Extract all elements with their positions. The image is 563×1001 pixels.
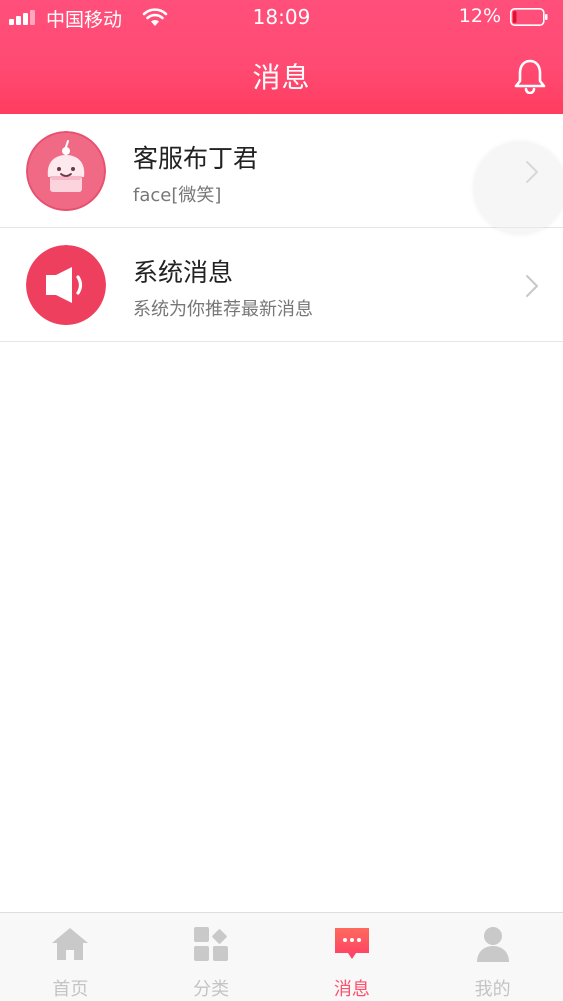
tab-home[interactable]: 首页 <box>0 913 141 1001</box>
message-list: 客服布丁君 face[微笑] 系统消息 系统为你推荐最新消息 <box>0 114 563 342</box>
speaker-icon <box>26 245 106 325</box>
tab-label: 消息 <box>333 979 370 1000</box>
tab-label: 分类 <box>193 979 230 1000</box>
message-title: 客服布丁君 <box>133 144 259 173</box>
tab-bar: 首页 分类 消息 我的 <box>0 912 563 1001</box>
top-bar: 中国移动 18:09 12% 消息 <box>0 0 563 114</box>
battery-percent: 12% <box>458 5 501 27</box>
tab-label: 我的 <box>474 979 511 1000</box>
message-icon <box>334 928 369 959</box>
pudding-avatar-icon <box>26 131 106 211</box>
message-title: 系统消息 <box>133 258 234 287</box>
tab-messages[interactable]: 消息 <box>282 913 423 1001</box>
tab-category[interactable]: 分类 <box>141 913 282 1001</box>
tab-label: 首页 <box>52 979 89 1000</box>
page-title: 消息 <box>252 61 311 94</box>
status-bar: 中国移动 18:09 12% <box>0 0 563 36</box>
tab-profile[interactable]: 我的 <box>422 913 563 1001</box>
home-icon <box>52 928 89 960</box>
assistive-touch-button[interactable] <box>474 142 563 234</box>
message-preview: face[微笑] <box>133 185 222 206</box>
battery-icon <box>510 8 548 26</box>
chevron-right-icon <box>526 275 538 297</box>
message-preview: 系统为你推荐最新消息 <box>133 299 313 320</box>
category-icon <box>194 927 229 961</box>
bell-icon[interactable] <box>513 58 547 94</box>
message-item-system[interactable]: 系统消息 系统为你推荐最新消息 <box>0 228 563 342</box>
user-icon <box>476 927 509 962</box>
